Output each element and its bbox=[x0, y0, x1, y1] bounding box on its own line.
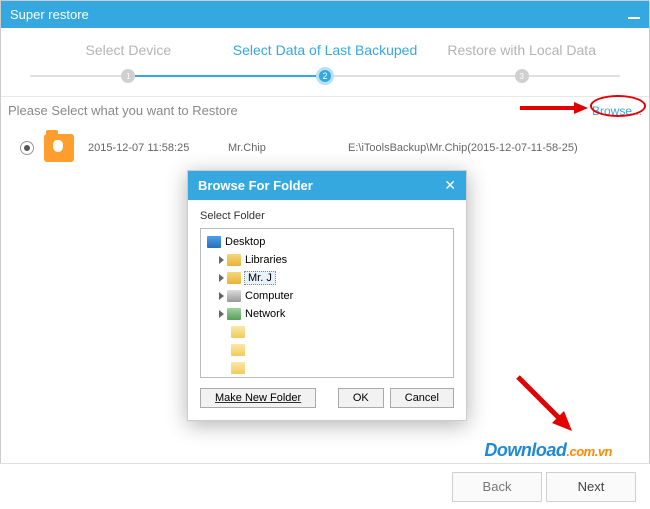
folder-icon bbox=[231, 362, 245, 374]
step-dot: 3 bbox=[515, 69, 529, 83]
dialog-titlebar: Browse For Folder ✕ bbox=[188, 171, 466, 200]
tree-item-desktop[interactable]: Desktop bbox=[203, 233, 451, 251]
expand-icon[interactable] bbox=[219, 256, 224, 264]
computer-icon bbox=[227, 290, 241, 302]
browse-link[interactable]: Browse... bbox=[592, 104, 642, 118]
network-icon bbox=[227, 308, 241, 320]
tree-label: Desktop bbox=[225, 236, 265, 248]
expand-icon[interactable] bbox=[219, 274, 224, 282]
folder-icon bbox=[231, 326, 245, 338]
folder-icon bbox=[231, 344, 245, 356]
folder-tree[interactable]: Desktop Libraries Mr. J Computer Network bbox=[200, 228, 454, 378]
dialog-title: Browse For Folder bbox=[198, 178, 313, 193]
ok-button[interactable]: OK bbox=[338, 388, 384, 408]
step-dot: 1 bbox=[121, 69, 135, 83]
tree-item-mrj[interactable]: Mr. J bbox=[203, 269, 451, 287]
tree-item-network[interactable]: Network bbox=[203, 305, 451, 323]
dialog-subtitle: Select Folder bbox=[188, 200, 466, 228]
cancel-button[interactable]: Cancel bbox=[390, 388, 454, 408]
tree-label-selected: Mr. J bbox=[244, 271, 276, 285]
tree-item-folder[interactable] bbox=[203, 341, 451, 359]
folder-icon bbox=[44, 134, 74, 162]
tree-label: Libraries bbox=[245, 254, 287, 266]
expand-icon[interactable] bbox=[219, 292, 224, 300]
tree-label: Network bbox=[245, 308, 285, 320]
tree-item-computer[interactable]: Computer bbox=[203, 287, 451, 305]
tree-label: Computer bbox=[245, 290, 293, 302]
close-icon[interactable]: ✕ bbox=[444, 177, 456, 194]
user-folder-icon bbox=[227, 272, 241, 284]
tree-item-libraries[interactable]: Libraries bbox=[203, 251, 451, 269]
footer: Back Next bbox=[0, 463, 650, 509]
libraries-icon bbox=[227, 254, 241, 266]
step-dot: 2 bbox=[316, 67, 334, 85]
next-button[interactable]: Next bbox=[546, 472, 636, 502]
browse-folder-dialog: Browse For Folder ✕ Select Folder Deskto… bbox=[187, 170, 467, 421]
back-button[interactable]: Back bbox=[452, 472, 542, 502]
expand-icon[interactable] bbox=[219, 310, 224, 318]
tree-item-folder[interactable] bbox=[203, 359, 451, 377]
tree-item-folder[interactable] bbox=[203, 323, 451, 341]
make-new-folder-button[interactable]: Make New Folder bbox=[200, 388, 316, 408]
desktop-icon bbox=[207, 236, 221, 248]
